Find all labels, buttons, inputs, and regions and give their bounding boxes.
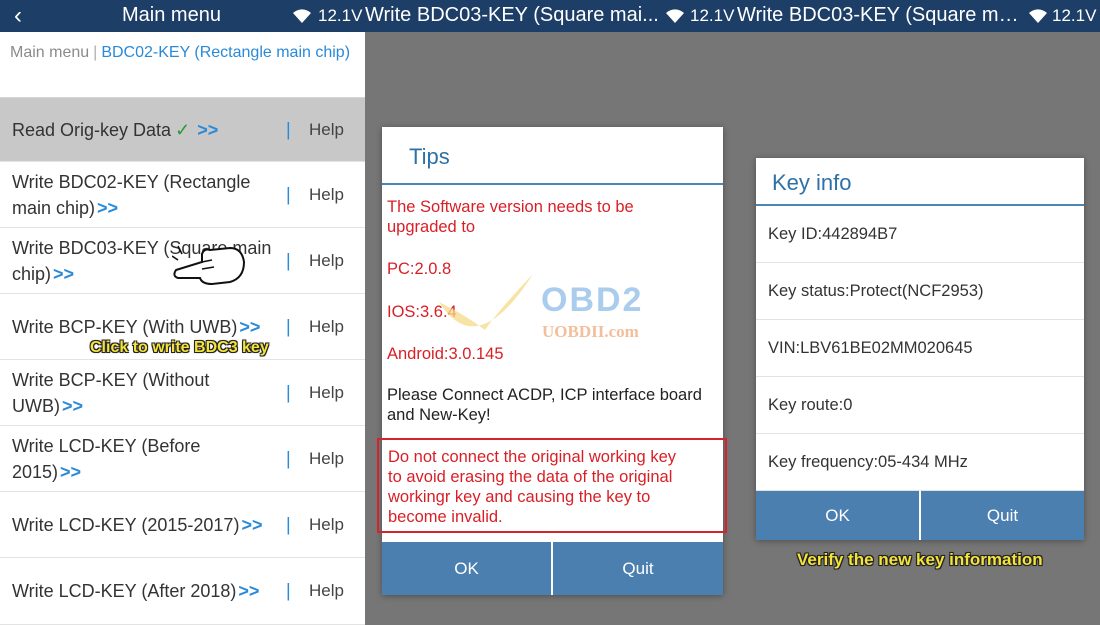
divider: |	[286, 250, 291, 270]
help-link[interactable]: Help	[309, 251, 344, 271]
wifi-icon	[293, 9, 311, 23]
key-route-row: Key route:0	[756, 377, 1084, 434]
android-version: Android:3.0.145	[387, 345, 504, 363]
screen-title: Write BDC03-KEY (Square mai...	[737, 4, 1024, 26]
divider: |	[286, 316, 291, 336]
menu-item-label: Write BDC02-KEY (Rectangle main chip) >>	[12, 169, 274, 221]
chevron-right-icon: >>	[60, 461, 82, 482]
menu-item-text: Read Orig-key Data	[12, 119, 172, 140]
menu-item-write-lcd-after-2018[interactable]: Write LCD-KEY (After 2018) >> | Help	[0, 558, 365, 625]
menu-item-label: Write LCD-KEY (After 2018) >>	[12, 578, 274, 604]
key-status-row: Key status:Protect(NCF2953)	[756, 263, 1084, 320]
check-icon: ✓	[175, 119, 191, 140]
menu-item-write-lcd-2015-2017[interactable]: Write LCD-KEY (2015-2017) >> | Help	[0, 492, 365, 558]
voltage-readout: 12.1V	[1052, 6, 1097, 25]
main-menu-screen: ‹ Main menu 12.1V Main menu | BDC02-KEY (R…	[0, 0, 365, 625]
ok-button[interactable]: OK	[756, 491, 919, 540]
screen-title: Write BDC03-KEY (Square mai...	[365, 4, 659, 26]
callout-click-write: Click to write BDC3 key	[90, 339, 269, 356]
breadcrumb-separator: |	[93, 44, 98, 61]
menu-item-text: Write BDC02-KEY (Rectangle main chip)	[12, 171, 251, 218]
tips-dialog: Tips The Software version needs to be up…	[377, 127, 727, 595]
breadcrumb-root[interactable]: Main menu	[10, 44, 89, 61]
connect-instruction-line2: and New-Key!	[387, 406, 491, 424]
menu-item-label: Write BCP-KEY (Without UWB) >>	[12, 367, 274, 419]
divider: |	[286, 382, 291, 402]
help-link[interactable]: Help	[309, 185, 344, 205]
key-info-screen: Write BDC03-KEY (Square mai... 12.1V Key…	[737, 0, 1100, 625]
menu-item-label: Read Orig-key Data ✓ >>	[12, 117, 274, 143]
chevron-right-icon: >>	[239, 316, 261, 337]
status-bar: Write BDC03-KEY (Square mai... 12.1V	[365, 0, 737, 32]
connect-instruction-line1: Please Connect ACDP, ICP interface board	[387, 386, 702, 404]
warning-line4: become invalid.	[388, 508, 503, 526]
menu-item-text: Write LCD-KEY (Before 2015)	[12, 435, 201, 482]
menu-item-read-orig-key[interactable]: Read Orig-key Data ✓ >> | Help	[0, 98, 365, 162]
vin-row: VIN:LBV61BE02MM020645	[756, 320, 1084, 377]
key-frequency-row: Key frequency:05-434 MHz	[756, 434, 1084, 491]
divider: |	[286, 514, 291, 534]
dialog-title: Tips	[382, 127, 723, 185]
menu-item-label: Write LCD-KEY (Before 2015) >>	[12, 433, 274, 485]
menu-item-text: Write LCD-KEY (2015-2017)	[12, 514, 240, 535]
back-arrow-icon[interactable]: ‹	[14, 2, 22, 30]
voltage-readout: 12.1V	[318, 6, 363, 25]
chevron-right-icon: >>	[53, 263, 75, 284]
quit-button[interactable]: Quit	[553, 542, 723, 595]
quit-button[interactable]: Quit	[921, 491, 1084, 540]
upgrade-notice-line2: upgraded to	[387, 218, 476, 236]
divider: |	[286, 119, 291, 139]
warning-line1: Do not connect the original working key	[388, 448, 676, 466]
menu-item-text: Write BCP-KEY (With UWB)	[12, 316, 238, 337]
chevron-right-icon: >>	[62, 395, 84, 416]
menu-item-label: Write LCD-KEY (2015-2017) >>	[12, 512, 274, 538]
warning-line3: workingr key and causing the key to	[388, 488, 651, 506]
divider: |	[286, 448, 291, 468]
warning-box: Do not connect the original working key …	[377, 438, 727, 533]
ios-version: IOS:3.6.4	[387, 303, 457, 321]
upgrade-notice-line1: The Software version needs to be	[387, 198, 634, 216]
help-link[interactable]: Help	[309, 120, 344, 140]
status-bar: ‹ Main menu 12.1V	[0, 0, 365, 32]
screen-title: Main menu	[122, 4, 221, 26]
callout-verify-key: Verify the new key information	[797, 550, 1043, 569]
menu-item-text: Write BCP-KEY (Without UWB)	[12, 369, 210, 416]
breadcrumb-current: BDC02-KEY (Rectangle main chip)	[101, 44, 351, 61]
divider: |	[286, 184, 291, 204]
voltage-readout: 12.1V	[690, 6, 735, 25]
help-link[interactable]: Help	[309, 581, 344, 601]
menu-item-write-lcd-before-2015[interactable]: Write LCD-KEY (Before 2015) >> | Help	[0, 426, 365, 492]
breadcrumb: Main menu | BDC02-KEY (Rectangle main chip…	[0, 32, 365, 98]
menu-item-write-bdc02[interactable]: Write BDC02-KEY (Rectangle main chip) >> …	[0, 162, 365, 228]
watermark-site: UOBDII.com	[542, 322, 639, 341]
menu-item-text: Write LCD-KEY (After 2018)	[12, 581, 237, 601]
divider: |	[286, 580, 291, 601]
menu-item-label: Write BCP-KEY (With UWB) >>	[12, 314, 274, 340]
help-link[interactable]: Help	[309, 317, 344, 337]
chevron-right-icon: >>	[197, 119, 219, 140]
chevron-right-icon: >>	[97, 197, 119, 218]
status-bar: Write BDC03-KEY (Square mai... 12.1V	[737, 0, 1100, 32]
pointing-hand-icon	[172, 245, 246, 286]
help-link[interactable]: Help	[309, 449, 344, 469]
wifi-icon	[1029, 9, 1047, 23]
wifi-icon	[666, 9, 684, 23]
dialog-title: Key info	[756, 158, 1084, 206]
watermark-brand: OBD2	[541, 281, 644, 319]
menu-item-write-bcp-no-uwb[interactable]: Write BCP-KEY (Without UWB) >> | Help	[0, 360, 365, 426]
chevron-right-icon: >>	[238, 581, 260, 601]
key-id-row: Key ID:442894B7	[756, 206, 1084, 263]
pc-version: PC:2.0.8	[387, 260, 452, 278]
chevron-right-icon: >>	[241, 514, 263, 535]
help-link[interactable]: Help	[309, 383, 344, 403]
warning-line2: to avoid erasing the data of the origina…	[388, 468, 673, 486]
help-link[interactable]: Help	[309, 515, 344, 535]
ok-button[interactable]: OK	[382, 542, 551, 595]
key-info-dialog: Key info Key ID:442894B7 Key status:Prot…	[756, 158, 1084, 540]
